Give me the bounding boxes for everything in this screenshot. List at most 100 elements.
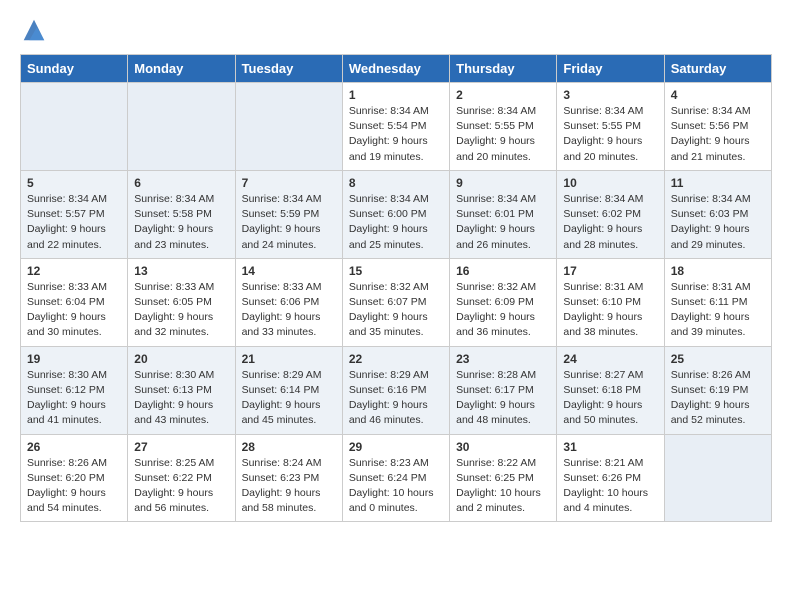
daylight-minutes-text: and 26 minutes. bbox=[456, 239, 531, 251]
daylight-minutes-text: and 29 minutes. bbox=[671, 239, 746, 251]
day-number: 9 bbox=[456, 176, 550, 190]
day-number: 15 bbox=[349, 264, 443, 278]
day-number: 2 bbox=[456, 88, 550, 102]
daylight-hours-text: Daylight: 9 hours bbox=[671, 223, 750, 235]
day-detail: Sunrise: 8:26 AMSunset: 6:20 PMDaylight:… bbox=[27, 456, 121, 517]
day-detail: Sunrise: 8:33 AMSunset: 6:06 PMDaylight:… bbox=[242, 280, 336, 341]
daylight-minutes-text: and 21 minutes. bbox=[671, 151, 746, 163]
sunset-text: Sunset: 6:18 PM bbox=[563, 384, 641, 396]
daylight-minutes-text: and 39 minutes. bbox=[671, 326, 746, 338]
day-number: 1 bbox=[349, 88, 443, 102]
day-detail: Sunrise: 8:29 AMSunset: 6:16 PMDaylight:… bbox=[349, 368, 443, 429]
calendar-cell bbox=[235, 83, 342, 171]
daylight-hours-text: Daylight: 10 hours bbox=[349, 487, 434, 499]
sunrise-text: Sunrise: 8:34 AM bbox=[563, 105, 643, 117]
sunset-text: Sunset: 6:22 PM bbox=[134, 472, 212, 484]
sunrise-text: Sunrise: 8:34 AM bbox=[456, 193, 536, 205]
day-detail: Sunrise: 8:21 AMSunset: 6:26 PMDaylight:… bbox=[563, 456, 657, 517]
daylight-hours-text: Daylight: 9 hours bbox=[456, 311, 535, 323]
daylight-minutes-text: and 52 minutes. bbox=[671, 414, 746, 426]
day-detail: Sunrise: 8:34 AMSunset: 5:58 PMDaylight:… bbox=[134, 192, 228, 253]
sunset-text: Sunset: 5:57 PM bbox=[27, 208, 105, 220]
daylight-minutes-text: and 46 minutes. bbox=[349, 414, 424, 426]
daylight-minutes-text: and 30 minutes. bbox=[27, 326, 102, 338]
sunset-text: Sunset: 6:01 PM bbox=[456, 208, 534, 220]
day-detail: Sunrise: 8:34 AMSunset: 6:03 PMDaylight:… bbox=[671, 192, 765, 253]
sunset-text: Sunset: 6:11 PM bbox=[671, 296, 748, 308]
sunset-text: Sunset: 6:05 PM bbox=[134, 296, 212, 308]
daylight-hours-text: Daylight: 9 hours bbox=[27, 399, 106, 411]
sunrise-text: Sunrise: 8:33 AM bbox=[134, 281, 214, 293]
sunrise-text: Sunrise: 8:26 AM bbox=[27, 457, 107, 469]
calendar-week-row: 19Sunrise: 8:30 AMSunset: 6:12 PMDayligh… bbox=[21, 346, 772, 434]
day-detail: Sunrise: 8:31 AMSunset: 6:10 PMDaylight:… bbox=[563, 280, 657, 341]
calendar-cell: 20Sunrise: 8:30 AMSunset: 6:13 PMDayligh… bbox=[128, 346, 235, 434]
day-number: 18 bbox=[671, 264, 765, 278]
calendar-week-row: 5Sunrise: 8:34 AMSunset: 5:57 PMDaylight… bbox=[21, 170, 772, 258]
day-number: 8 bbox=[349, 176, 443, 190]
sunrise-text: Sunrise: 8:34 AM bbox=[27, 193, 107, 205]
sunset-text: Sunset: 6:17 PM bbox=[456, 384, 534, 396]
calendar-week-row: 12Sunrise: 8:33 AMSunset: 6:04 PMDayligh… bbox=[21, 258, 772, 346]
day-number: 13 bbox=[134, 264, 228, 278]
daylight-minutes-text: and 4 minutes. bbox=[563, 502, 632, 514]
sunset-text: Sunset: 6:25 PM bbox=[456, 472, 534, 484]
daylight-hours-text: Daylight: 9 hours bbox=[563, 135, 642, 147]
daylight-hours-text: Daylight: 9 hours bbox=[134, 399, 213, 411]
calendar-cell: 2 Sunrise: 8:34 AMSunset: 5:55 PMDaylight… bbox=[450, 83, 557, 171]
day-number: 24 bbox=[563, 352, 657, 366]
daylight-hours-text: Daylight: 9 hours bbox=[456, 399, 535, 411]
sunrise-text: Sunrise: 8:31 AM bbox=[563, 281, 643, 293]
day-detail: Sunrise: 8:25 AMSunset: 6:22 PMDaylight:… bbox=[134, 456, 228, 517]
daylight-minutes-text: and 56 minutes. bbox=[134, 502, 209, 514]
daylight-hours-text: Daylight: 9 hours bbox=[671, 311, 750, 323]
daylight-hours-text: Daylight: 9 hours bbox=[563, 223, 642, 235]
calendar-cell: 22Sunrise: 8:29 AMSunset: 6:16 PMDayligh… bbox=[342, 346, 449, 434]
sunset-text: Sunset: 6:12 PM bbox=[27, 384, 105, 396]
day-number: 11 bbox=[671, 176, 765, 190]
calendar-cell: 18Sunrise: 8:31 AMSunset: 6:11 PMDayligh… bbox=[664, 258, 771, 346]
calendar-cell: 5Sunrise: 8:34 AMSunset: 5:57 PMDaylight… bbox=[21, 170, 128, 258]
day-detail: Sunrise: 8:22 AMSunset: 6:25 PMDaylight:… bbox=[456, 456, 550, 517]
sunset-text: Sunset: 5:56 PM bbox=[671, 120, 749, 132]
day-number: 27 bbox=[134, 440, 228, 454]
calendar-cell: 11 Sunrise: 8:34 AMSunset: 6:03 PMDayligh… bbox=[664, 170, 771, 258]
sunrise-text: Sunrise: 8:34 AM bbox=[456, 105, 536, 117]
calendar-cell: 21 Sunrise: 8:29 AMSunset: 6:14 PMDayligh… bbox=[235, 346, 342, 434]
calendar-cell bbox=[664, 434, 771, 522]
sunrise-text: Sunrise: 8:28 AM bbox=[456, 369, 536, 381]
calendar-day-header: Wednesday bbox=[342, 55, 449, 83]
daylight-hours-text: Daylight: 9 hours bbox=[349, 223, 428, 235]
daylight-minutes-text: and 28 minutes. bbox=[563, 239, 638, 251]
sunrise-text: Sunrise: 8:34 AM bbox=[563, 193, 643, 205]
daylight-minutes-text: and 0 minutes. bbox=[349, 502, 418, 514]
sunset-text: Sunset: 6:07 PM bbox=[349, 296, 427, 308]
day-number: 21 bbox=[242, 352, 336, 366]
day-detail: Sunrise: 8:34 AMSunset: 5:55 PMDaylight:… bbox=[456, 104, 550, 165]
calendar-cell: 28Sunrise: 8:24 AMSunset: 6:23 PMDayligh… bbox=[235, 434, 342, 522]
sunrise-text: Sunrise: 8:29 AM bbox=[349, 369, 429, 381]
day-detail: Sunrise: 8:26 AMSunset: 6:19 PMDaylight:… bbox=[671, 368, 765, 429]
calendar-cell: 23Sunrise: 8:28 AMSunset: 6:17 PMDayligh… bbox=[450, 346, 557, 434]
logo-icon bbox=[20, 16, 48, 44]
sunrise-text: Sunrise: 8:32 AM bbox=[349, 281, 429, 293]
calendar-day-header: Monday bbox=[128, 55, 235, 83]
sunrise-text: Sunrise: 8:32 AM bbox=[456, 281, 536, 293]
day-detail: Sunrise: 8:34 AMSunset: 5:59 PMDaylight:… bbox=[242, 192, 336, 253]
daylight-hours-text: Daylight: 9 hours bbox=[27, 223, 106, 235]
day-detail: Sunrise: 8:27 AMSunset: 6:18 PMDaylight:… bbox=[563, 368, 657, 429]
calendar-day-header: Tuesday bbox=[235, 55, 342, 83]
calendar-cell: 15 Sunrise: 8:32 AM Sunset: 6:07 PM Dayligh… bbox=[342, 258, 449, 346]
day-detail: Sunrise: 8:30 AMSunset: 6:13 PMDaylight:… bbox=[134, 368, 228, 429]
sunset-text: Sunset: 6:13 PM bbox=[134, 384, 212, 396]
daylight-hours-text: Daylight: 9 hours bbox=[671, 135, 750, 147]
calendar-cell: 8Sunrise: 8:34 AMSunset: 6:00 PMDaylight… bbox=[342, 170, 449, 258]
calendar-cell: 25Sunrise: 8:26 AMSunset: 6:19 PMDayligh… bbox=[664, 346, 771, 434]
day-detail: Sunrise: 8:29 AMSunset: 6:14 PMDaylight:… bbox=[242, 368, 336, 429]
day-number: 7 bbox=[242, 176, 336, 190]
daylight-hours-text: Daylight: 9 hours bbox=[349, 311, 428, 323]
day-detail: Sunrise: 8:34 AMSunset: 5:54 PMDaylight:… bbox=[349, 104, 443, 165]
calendar-cell: 6Sunrise: 8:34 AMSunset: 5:58 PMDaylight… bbox=[128, 170, 235, 258]
daylight-hours-text: Daylight: 10 hours bbox=[563, 487, 648, 499]
day-detail: Sunrise: 8:34 AMSunset: 5:56 PMDaylight:… bbox=[671, 104, 765, 165]
